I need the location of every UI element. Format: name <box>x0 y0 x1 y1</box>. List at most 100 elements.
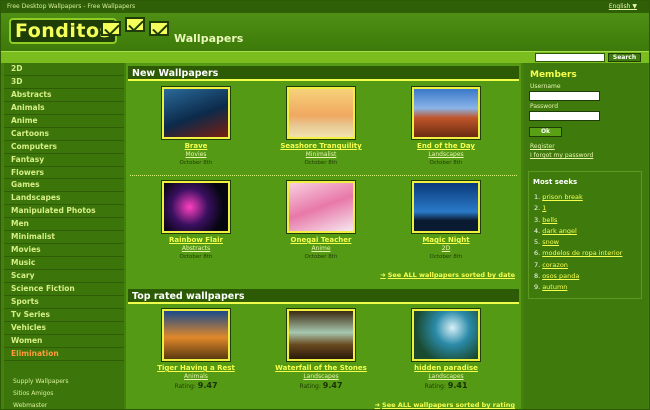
sidebar-item-manipulated-photos[interactable]: Manipulated Photos <box>4 205 124 219</box>
wallpaper-card: hidden paradise Landscapes Rating: 9.41 <box>391 309 501 391</box>
wallpaper-thumbnail[interactable] <box>287 181 355 233</box>
list-item: 2. 1 <box>534 204 547 213</box>
search-bar: Search <box>1 51 649 63</box>
rating-value: 9.41 <box>447 381 468 390</box>
wallpaper-category[interactable]: Minimalist <box>266 151 376 159</box>
wallpaper-date: October 8th <box>179 254 213 260</box>
language-selector[interactable]: English ▼ <box>609 1 637 13</box>
new-wallpapers-heading: New Wallpapers <box>128 66 519 81</box>
wallpaper-title[interactable]: Waterfall of the Stones <box>266 364 376 373</box>
seek-link[interactable]: corazon <box>542 261 568 269</box>
sidebar-item-cartoons[interactable]: Cartoons <box>4 128 124 141</box>
wallpaper-title[interactable]: End of the Day <box>391 142 501 151</box>
wallpaper-title[interactable]: Magic Night <box>391 236 501 245</box>
friend-sites-link[interactable]: Sitios Amigos <box>13 388 69 400</box>
top-rated-heading: Top rated wallpapers <box>128 289 519 304</box>
see-all-by-date-link[interactable]: ➜ See ALL wallpapers sorted by date <box>380 271 515 279</box>
wallpaper-card: Seashore Tranquility Minimalist October … <box>266 87 376 167</box>
wallpaper-thumbnail[interactable] <box>287 87 355 139</box>
login-ok-button[interactable]: Ok <box>529 127 562 137</box>
members-title: Members <box>530 70 577 80</box>
wallpaper-category[interactable]: Landscapes <box>266 373 376 381</box>
envelope-icon <box>125 17 145 32</box>
sidebar-item-flowers[interactable]: Flowers <box>4 167 124 180</box>
sidebar-item-fantasy[interactable]: Fantasy <box>4 154 124 167</box>
sidebar-item-tv-series[interactable]: Tv Series <box>4 309 124 322</box>
wallpaper-card: Rainbow Flair Abstracts October 8th <box>141 181 251 261</box>
sidebar-item-science-fiction[interactable]: Science Fiction <box>4 283 124 296</box>
wallpaper-title[interactable]: Onegai Teacher <box>266 236 376 245</box>
list-item: 9. autumn <box>534 283 568 292</box>
wallpaper-thumbnail[interactable] <box>162 181 230 233</box>
wallpaper-thumbnail[interactable] <box>412 87 480 139</box>
see-all-by-rating-label: See ALL wallpapers sorted by rating <box>382 401 515 409</box>
sidebar-item-3d[interactable]: 3D <box>4 76 124 89</box>
wallpaper-rating: Rating: 9.47 <box>266 381 376 391</box>
seek-link[interactable]: autumn <box>542 283 567 291</box>
sidebar-item-anime[interactable]: Anime <box>4 115 124 128</box>
list-item: 8. osos panda <box>534 272 580 281</box>
sidebar-item-scary[interactable]: Scary <box>4 270 124 283</box>
sidebar-item-sports[interactable]: Sports <box>4 296 124 309</box>
wallpaper-category[interactable]: Animals <box>141 373 251 381</box>
sidebar-item-minimalist[interactable]: Minimalist <box>4 231 124 245</box>
seek-link[interactable]: snow <box>542 238 559 246</box>
sidebar-item-animals[interactable]: Animals <box>4 102 124 115</box>
most-seeks-list: 1. prison break 2. 1 3. bells 4. dark angel … <box>534 192 622 294</box>
sidebar-item-elimination[interactable]: Elimination <box>4 348 124 361</box>
page: Free Desktop Wallpapers - Free Wallpaper… <box>0 0 650 410</box>
forgot-password-link[interactable]: I forgot my password <box>530 152 593 159</box>
main-content: New Wallpapers Brave Movies October 8th … <box>126 63 521 409</box>
sidebar-item-men[interactable]: Men <box>4 218 124 232</box>
rating-label: Rating: <box>299 383 321 390</box>
sidebar-item-abstracts[interactable]: Abstracts <box>4 89 124 102</box>
wallpaper-title[interactable]: Rainbow Flair <box>141 236 251 245</box>
wallpaper-title[interactable]: Seashore Tranquility <box>266 142 376 151</box>
seek-link[interactable]: dark angel <box>542 227 577 235</box>
wallpaper-thumbnail[interactable] <box>412 309 480 361</box>
sidebar-item-2d[interactable]: 2D <box>4 63 124 76</box>
sidebar-item-movies[interactable]: Movies <box>4 244 124 258</box>
seek-link[interactable]: 1 <box>542 204 546 212</box>
search-button[interactable]: Search <box>608 53 641 62</box>
username-field[interactable] <box>529 91 600 101</box>
wallpaper-category[interactable]: Landscapes <box>391 373 501 381</box>
seek-link[interactable]: prison break <box>542 193 583 201</box>
seek-link[interactable]: bells <box>542 216 557 224</box>
sidebar-item-games[interactable]: Games <box>4 179 124 193</box>
password-field[interactable] <box>529 111 600 121</box>
wallpaper-thumbnail[interactable] <box>162 87 230 139</box>
wallpaper-thumbnail[interactable] <box>162 309 230 361</box>
register-link[interactable]: Register <box>530 143 555 150</box>
wallpaper-thumbnail[interactable] <box>287 309 355 361</box>
sidebar-item-vehicles[interactable]: Vehicles <box>4 322 124 335</box>
right-panel: Members Username Password Ok Register I … <box>524 63 648 409</box>
seek-link[interactable]: osos panda <box>542 272 579 280</box>
wallpaper-card: Brave Movies October 8th <box>141 87 251 167</box>
wallpaper-category[interactable]: 2D <box>391 245 501 253</box>
wallpaper-date: October 8th <box>179 160 213 166</box>
wallpaper-title[interactable]: Tiger Having a Rest <box>141 364 251 373</box>
sidebar-item-computers[interactable]: Computers <box>4 141 124 154</box>
webmaster-link[interactable]: Webmaster <box>13 400 69 409</box>
see-all-by-date-label: See ALL wallpapers sorted by date <box>387 271 515 279</box>
wallpaper-category[interactable]: Abstracts <box>141 245 251 253</box>
wallpaper-title[interactable]: Brave <box>141 142 251 151</box>
supply-wallpapers-link[interactable]: Supply Wallpapers <box>13 376 69 388</box>
envelope-icon <box>149 21 169 36</box>
arrow-right-icon: ➜ <box>374 401 381 409</box>
seek-link[interactable]: modelos de ropa interior <box>542 249 622 257</box>
sidebar-item-music[interactable]: Music <box>4 257 124 270</box>
sidebar-item-landscapes[interactable]: Landscapes <box>4 192 124 206</box>
search-input[interactable] <box>535 53 605 62</box>
wallpaper-card: Tiger Having a Rest Animals Rating: 9.47 <box>141 309 251 391</box>
see-all-by-rating-link[interactable]: ➜ See ALL wallpapers sorted by rating <box>375 401 515 409</box>
wallpaper-thumbnail[interactable] <box>412 181 480 233</box>
wallpaper-category[interactable]: Landscapes <box>391 151 501 159</box>
wallpaper-title[interactable]: hidden paradise <box>391 364 501 373</box>
wallpaper-category[interactable]: Movies <box>141 151 251 159</box>
rating-value: 9.47 <box>322 381 343 390</box>
wallpaper-card: End of the Day Landscapes October 8th <box>391 87 501 167</box>
sidebar-item-women[interactable]: Women <box>4 335 124 348</box>
wallpaper-category[interactable]: Anime <box>266 245 376 253</box>
